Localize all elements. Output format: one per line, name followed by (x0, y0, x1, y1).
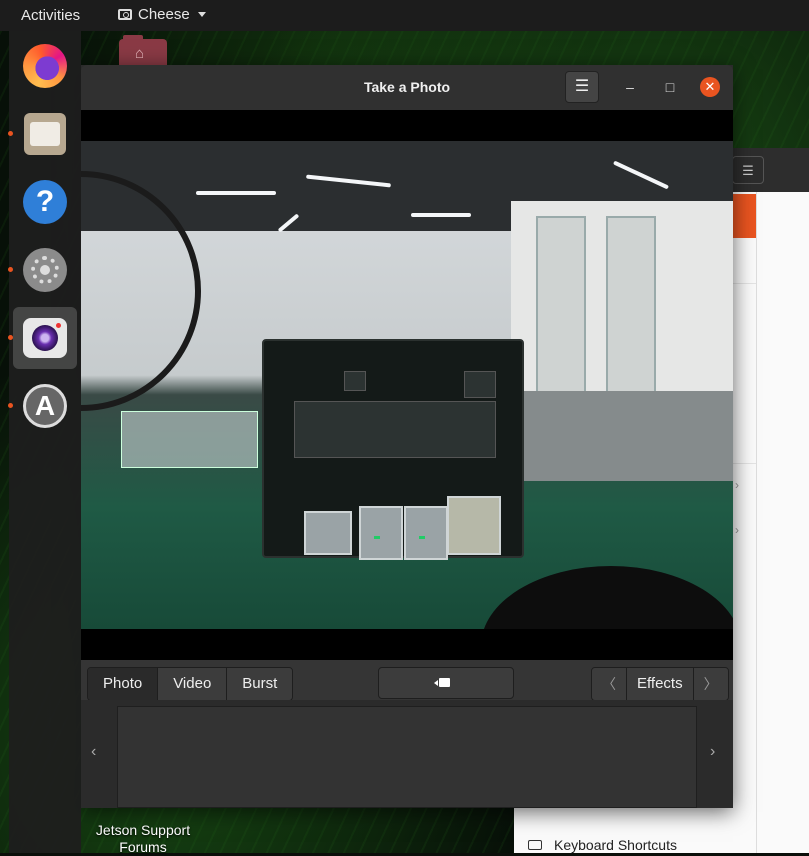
glass-door (536, 216, 586, 420)
settings-icon (23, 248, 67, 292)
dock-item-firefox[interactable] (13, 35, 77, 97)
chevron-right-icon[interactable]: › (710, 743, 715, 761)
circuit-board (262, 339, 524, 560)
mode-switcher: Photo Video Burst (87, 667, 294, 701)
menu-icon[interactable]: ☰ (732, 156, 764, 184)
ethernet-port (447, 496, 501, 555)
memory-slot (294, 401, 496, 458)
ceiling-light (196, 191, 276, 195)
mode-video[interactable]: Video (157, 668, 227, 700)
running-indicator (8, 131, 13, 136)
camera-icon (118, 9, 132, 20)
dock-item-settings[interactable] (8, 239, 77, 301)
effects-controls: 〈 Effects 〉 (591, 667, 729, 701)
dock-item-help[interactable]: ? (13, 171, 77, 233)
activities-button[interactable]: Activities (21, 7, 80, 24)
mode-photo[interactable]: Photo (88, 668, 158, 700)
floor (521, 391, 733, 481)
chevron-left-icon[interactable]: ‹ (91, 743, 96, 761)
dock-item-cheese[interactable] (8, 307, 77, 369)
ceiling-light (411, 213, 471, 217)
hamburger-menu-button[interactable]: ☰ (565, 71, 599, 103)
divider (756, 192, 757, 853)
selected-row-indicator (732, 194, 756, 238)
app-menu[interactable]: Cheese (118, 6, 206, 23)
running-indicator (8, 267, 13, 272)
dock-item-software[interactable]: A (8, 375, 77, 437)
effects-next-button[interactable]: 〉 (693, 668, 728, 700)
software-icon: A (23, 384, 67, 428)
led (374, 536, 380, 539)
camera-viewport (81, 110, 733, 660)
thumbnail-view[interactable] (117, 706, 697, 808)
minimize-button[interactable]: – (620, 77, 640, 97)
led (419, 536, 425, 539)
usb-port (404, 506, 448, 560)
keyboard-shortcuts-item[interactable]: Keyboard Shortcuts (528, 837, 677, 853)
keyboard-icon (528, 840, 542, 850)
close-button[interactable]: ✕ (700, 77, 720, 97)
chevron-right-icon: › (735, 478, 739, 492)
maximize-button[interactable]: □ (660, 77, 680, 97)
running-indicator (8, 403, 13, 408)
cheese-icon (23, 318, 67, 358)
glass-door (606, 216, 656, 420)
mode-burst[interactable]: Burst (226, 668, 293, 700)
thumbnail-strip: ‹ › (81, 700, 733, 808)
chip (464, 371, 496, 398)
keyboard-shortcuts-label: Keyboard Shortcuts (554, 837, 677, 853)
usb-port (304, 511, 352, 555)
chip (344, 371, 366, 391)
take-photo-button[interactable] (378, 667, 514, 699)
chevron-down-icon (197, 12, 206, 17)
title-bar[interactable]: Take a Photo ☰ – □ ✕ (81, 65, 733, 110)
camera-lens (481, 566, 733, 629)
running-indicator (8, 335, 13, 340)
app-menu-label: Cheese (138, 6, 190, 23)
capture-toolbar: Photo Video Burst 〈 Effects 〉 (81, 660, 733, 701)
cheese-window[interactable]: Take a Photo ☰ – □ ✕ Photo Video Burst 〈… (81, 65, 733, 808)
camera-shutter-icon (434, 678, 450, 687)
help-icon: ? (23, 180, 67, 224)
top-bar: Activities Cheese (0, 0, 809, 31)
desktop-icon-label[interactable]: Jetson Support Forums (88, 822, 198, 856)
camera-preview-image (81, 141, 733, 629)
parts-tray (121, 411, 258, 468)
files-icon (24, 113, 66, 155)
dock-item-files[interactable] (8, 103, 77, 165)
usb-port (359, 506, 403, 560)
effects-prev-button[interactable]: 〈 (592, 668, 626, 700)
firefox-icon (23, 44, 67, 88)
effects-button[interactable]: Effects (626, 668, 694, 700)
dock: ? A (8, 31, 81, 853)
chevron-right-icon: › (735, 523, 739, 537)
